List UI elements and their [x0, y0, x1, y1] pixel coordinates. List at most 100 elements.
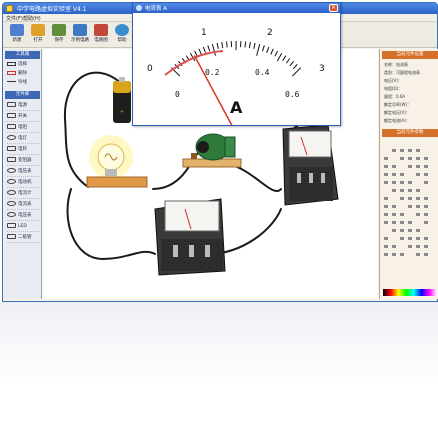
param-cell: [392, 149, 396, 152]
meter-dial: 0 1 2 3 0 0.2 0.4 0.6 A: [147, 28, 325, 125]
part-rheostat-label: 变阻器: [18, 158, 32, 163]
part-source[interactable]: 电源: [7, 101, 40, 111]
color-spectrum[interactable]: [383, 289, 437, 296]
tool-select-label: 选择: [18, 62, 27, 67]
save-button[interactable]: 保存: [49, 24, 69, 46]
open-button[interactable]: 打开: [28, 24, 48, 46]
param-cell: [408, 237, 412, 240]
dial-tick: [198, 48, 202, 55]
close-icon[interactable]: ×: [329, 4, 338, 12]
param-cell: [408, 189, 412, 192]
param-cell: [384, 213, 388, 216]
tool-select[interactable]: 选择: [7, 61, 40, 69]
new-icon: [10, 24, 24, 36]
param-cell: [416, 189, 420, 192]
open-folder-icon: [31, 24, 45, 36]
param-cell: [400, 189, 404, 192]
part-ammeter[interactable]: 电流表: [7, 200, 40, 210]
part-motor-label: 电动机: [18, 180, 32, 185]
lamp-icon: [7, 135, 16, 140]
screen: 中学电路虚拟实验室 V4.1 文件(F) 帮助(H) 新建 打开 保存 示例电路: [0, 0, 438, 422]
param-cell: [400, 149, 404, 152]
param-cell: [408, 221, 412, 224]
dial-tick: [256, 43, 261, 56]
meter-title-bar[interactable]: 电流表 A ×: [133, 3, 340, 13]
dial-tick: [274, 50, 279, 57]
param-cell: [384, 173, 388, 176]
param-cell: [424, 237, 428, 240]
part-switch[interactable]: 开关: [7, 112, 40, 122]
tool-delete-label: 删除: [18, 71, 27, 76]
part-motor[interactable]: 电动机: [7, 178, 40, 188]
galvanometer-icon: [7, 190, 16, 195]
lamp[interactable]: [86, 135, 148, 188]
part-switch-label: 开关: [18, 114, 27, 119]
window-title: 中学电路虚拟实验室 V4.1: [17, 6, 87, 13]
example-button[interactable]: 示例电路: [70, 24, 90, 46]
scale-bottom-3: 0.6: [285, 90, 300, 99]
prop-row[interactable]: 电阻(Ω)：: [384, 85, 438, 92]
part-lamp-label: 电灯: [18, 136, 27, 141]
dial-tick: [270, 48, 274, 55]
scale-bottom-0: 0: [175, 90, 180, 99]
battery[interactable]: +: [113, 77, 131, 123]
dial-tick: [285, 58, 291, 64]
part-lamp[interactable]: 电灯: [7, 134, 40, 144]
part-diode[interactable]: 二极管: [7, 233, 40, 243]
param-cell: [408, 165, 412, 168]
part-resistor[interactable]: 电阻: [7, 123, 40, 133]
param-cell: [392, 221, 396, 224]
param-cell: [416, 165, 420, 168]
battery-icon: [7, 102, 16, 107]
prop-row[interactable]: 额定电压(V)：: [384, 109, 438, 116]
param-cell: [424, 157, 428, 160]
param-cell: [384, 205, 388, 208]
param-cell: [392, 229, 396, 232]
param-cell: [384, 181, 388, 184]
dial-tick: [266, 46, 270, 53]
prop-row: 名称：电流表: [384, 62, 408, 67]
voltmeter[interactable]: [282, 124, 339, 206]
prop-row[interactable]: 额定功率(W)：: [384, 101, 438, 108]
led-icon: [7, 223, 16, 228]
param-cell: [384, 165, 388, 168]
part-rheostat[interactable]: 变阻器: [7, 156, 40, 166]
prop-row[interactable]: 额定电流(A)：: [384, 117, 438, 124]
param-cell: [424, 245, 428, 248]
tools-header: 工具箱: [5, 51, 40, 59]
wire-motor-voltmeter: [227, 163, 282, 192]
part-bell[interactable]: 电铃: [7, 145, 40, 155]
menu-help[interactable]: 帮助(H): [23, 15, 41, 22]
motor[interactable]: [182, 133, 242, 168]
param-cell: [424, 221, 428, 224]
part-voltmeter[interactable]: 电压表: [7, 167, 40, 177]
meter-window[interactable]: 电流表 A × 0 1 2 3 0 0.2 0.4 0.6 A: [132, 2, 341, 126]
tool-wire[interactable]: 导线: [7, 79, 40, 87]
prop-row[interactable]: 电压(V)：: [384, 77, 438, 84]
app-icon: [6, 5, 13, 12]
dial-tick: [276, 52, 283, 62]
wire-lamp-ammeter: [66, 188, 156, 261]
example-label: 示例电路: [71, 38, 89, 43]
open-label: 打开: [33, 38, 43, 43]
param-cell: [416, 245, 420, 248]
save-icon: [52, 24, 66, 36]
dial-tick: [216, 42, 219, 49]
diagram-button[interactable]: 电路图: [91, 24, 111, 46]
param-cell: [400, 253, 404, 256]
help-button[interactable]: 帮助: [112, 24, 132, 46]
part-led[interactable]: LED: [7, 222, 40, 232]
tool-delete[interactable]: 删除: [7, 70, 40, 78]
prop-row[interactable]: 量程：0.6A: [384, 93, 438, 100]
voltmeter-icon: [7, 168, 16, 173]
param-cell: [424, 165, 428, 168]
param-cell: [392, 173, 396, 176]
menu-file[interactable]: 文件(F): [6, 15, 23, 22]
ammeter[interactable]: [154, 198, 226, 276]
part-voltmeter-2[interactable]: 电压表: [7, 211, 40, 221]
scale-top-1: 1: [201, 28, 207, 38]
part-galvanometer[interactable]: 电流计: [7, 189, 40, 199]
dial-tick: [244, 41, 247, 48]
new-button[interactable]: 新建: [7, 24, 27, 46]
ammeter-icon: [7, 201, 16, 206]
